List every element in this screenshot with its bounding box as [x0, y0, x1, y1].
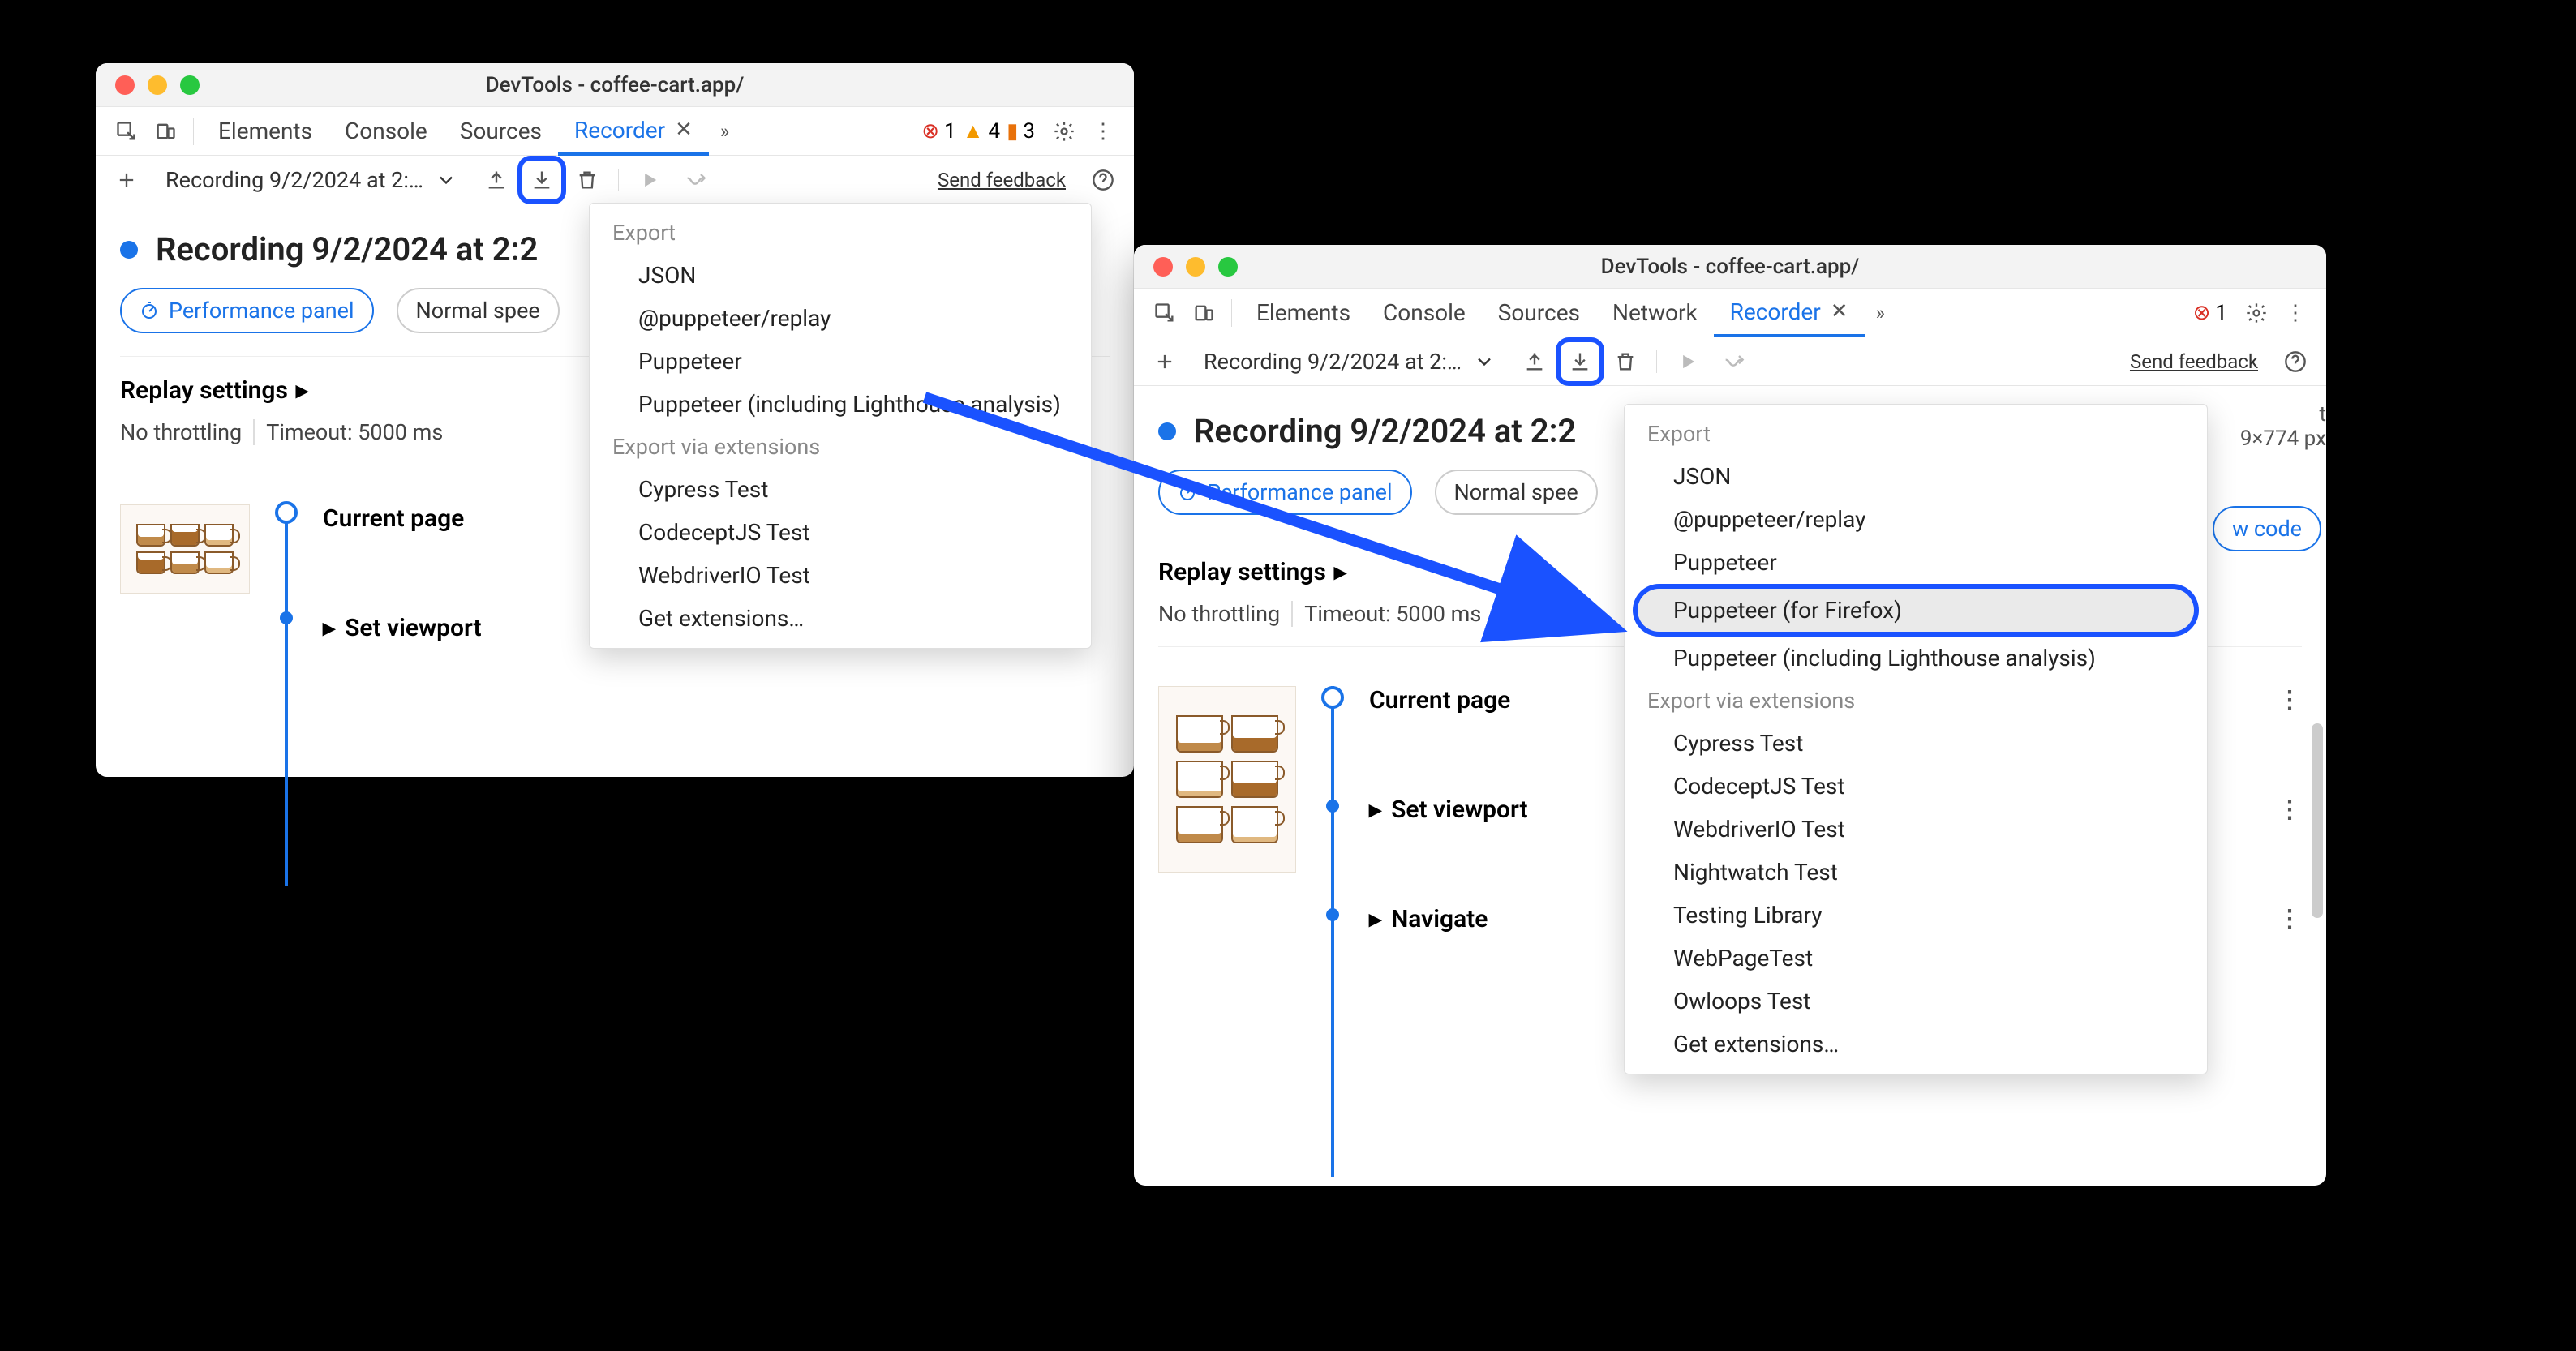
close-window-icon[interactable]	[1153, 257, 1173, 277]
side-dimensions: 9×774 px	[2240, 427, 2326, 451]
menu-item-codeceptjs[interactable]: CodeceptJS Test	[1625, 765, 2207, 808]
menu-item-owloops[interactable]: Owloops Test	[1625, 980, 2207, 1023]
export-icon[interactable]	[522, 161, 561, 199]
delete-icon[interactable]	[568, 161, 607, 199]
menu-item-get-extensions[interactable]: Get extensions…	[1625, 1023, 2207, 1066]
menu-group-export: Export	[1625, 413, 2207, 455]
send-feedback-link[interactable]: Send feedback	[938, 169, 1077, 191]
inspect-element-icon[interactable]	[107, 112, 146, 151]
menu-group-export: Export	[590, 212, 1091, 254]
menu-item-nightwatch[interactable]: Nightwatch Test	[1625, 851, 2207, 894]
replay-icon[interactable]	[1668, 342, 1707, 381]
send-feedback-link[interactable]: Send feedback	[2130, 350, 2269, 373]
new-recording-icon[interactable]	[1145, 342, 1184, 381]
tab-sources[interactable]: Sources	[444, 107, 558, 156]
menu-item-puppeteer-replay[interactable]: @puppeteer/replay	[590, 297, 1091, 340]
console-stats[interactable]: ⊗1	[2193, 301, 2237, 325]
menu-item-puppeteer-firefox[interactable]: Puppeteer (for Firefox)	[1638, 589, 2194, 632]
window-controls	[1134, 257, 1238, 277]
recording-dot-icon	[120, 241, 138, 259]
tab-elements[interactable]: Elements	[202, 107, 328, 156]
maximize-window-icon[interactable]	[180, 75, 200, 95]
menu-item-testing-library[interactable]: Testing Library	[1625, 894, 2207, 937]
menu-item-puppeteer-replay[interactable]: @puppeteer/replay	[1625, 498, 2207, 541]
menu-item-puppeteer-lighthouse[interactable]: Puppeteer (including Lighthouse analysis…	[1625, 637, 2207, 680]
more-tabs-icon[interactable]: »	[1865, 302, 1891, 324]
delete-icon[interactable]	[1606, 342, 1645, 381]
tab-sources[interactable]: Sources	[1482, 289, 1596, 337]
recording-selector[interactable]: Recording 9/2/2024 at 2:…	[152, 162, 470, 198]
annotation-arrow	[908, 381, 1638, 663]
import-icon[interactable]	[1515, 342, 1554, 381]
device-toolbar-icon[interactable]	[1184, 294, 1223, 332]
menu-item-json[interactable]: JSON	[1625, 455, 2207, 498]
export-icon[interactable]	[1561, 342, 1599, 381]
tab-network[interactable]: Network	[1596, 289, 1714, 337]
menu-item-webpagetest[interactable]: WebPageTest	[1625, 937, 2207, 980]
minimize-window-icon[interactable]	[1186, 257, 1205, 277]
close-tab-icon[interactable]: ✕	[1831, 299, 1848, 324]
close-tab-icon[interactable]: ✕	[675, 118, 693, 142]
recorder-toolbar: Recording 9/2/2024 at 2:… Send feedback	[96, 156, 1134, 204]
close-window-icon[interactable]	[115, 75, 135, 95]
panel-tabbar: Elements Console Sources Recorder✕ » ⊗1 …	[96, 107, 1134, 156]
menu-item-cypress[interactable]: Cypress Test	[1625, 722, 2207, 765]
settings-icon[interactable]	[2237, 294, 2276, 332]
speed-selector[interactable]: Normal spee	[397, 288, 560, 333]
step-kebab-icon[interactable]: ⋮	[2278, 905, 2302, 933]
step-thumbnail	[1158, 686, 1296, 873]
kebab-menu-icon[interactable]: ⋮	[2276, 294, 2315, 332]
kebab-menu-icon[interactable]: ⋮	[1084, 112, 1123, 151]
window-title: DevTools - coffee-cart.app/	[486, 73, 745, 97]
tab-console[interactable]: Console	[1367, 289, 1482, 337]
step-icon[interactable]	[1714, 342, 1753, 381]
menu-item-puppeteer[interactable]: Puppeteer	[1625, 541, 2207, 584]
menu-item-webdriverio[interactable]: WebdriverIO Test	[1625, 808, 2207, 851]
device-toolbar-icon[interactable]	[146, 112, 185, 151]
window-title: DevTools - coffee-cart.app/	[1601, 255, 1860, 279]
recorder-toolbar: Recording 9/2/2024 at 2:… Send feedback	[1134, 337, 2326, 386]
console-stats[interactable]: ⊗1 ▲4 ▮3	[921, 118, 1045, 144]
side-label: t	[2240, 402, 2326, 427]
show-code-button[interactable]: w code	[2213, 506, 2321, 551]
tab-console[interactable]: Console	[328, 107, 444, 156]
inspect-element-icon[interactable]	[1145, 294, 1184, 332]
throttling-value: No throttling	[120, 419, 242, 445]
help-icon[interactable]	[2276, 342, 2315, 381]
new-recording-icon[interactable]	[107, 161, 146, 199]
import-icon[interactable]	[477, 161, 516, 199]
scrollbar-thumb[interactable]	[2312, 723, 2323, 918]
titlebar: DevTools - coffee-cart.app/	[96, 63, 1134, 107]
menu-group-extensions: Export via extensions	[1625, 680, 2207, 722]
more-tabs-icon[interactable]: »	[709, 120, 736, 143]
step-icon[interactable]	[676, 161, 715, 199]
tab-elements[interactable]: Elements	[1240, 289, 1367, 337]
export-menu: Export JSON @puppeteer/replay Puppeteer …	[1624, 404, 2208, 1074]
menu-item-json[interactable]: JSON	[590, 254, 1091, 297]
menu-item-puppeteer[interactable]: Puppeteer	[590, 340, 1091, 383]
panel-tabbar: Elements Console Sources Network Recorde…	[1134, 289, 2326, 337]
minimize-window-icon[interactable]	[148, 75, 167, 95]
maximize-window-icon[interactable]	[1218, 257, 1238, 277]
titlebar: DevTools - coffee-cart.app/	[1134, 245, 2326, 289]
tab-recorder[interactable]: Recorder✕	[558, 107, 709, 156]
recording-selector[interactable]: Recording 9/2/2024 at 2:…	[1191, 344, 1509, 380]
step-kebab-icon[interactable]: ⋮	[2278, 686, 2302, 714]
replay-icon[interactable]	[630, 161, 669, 199]
window-controls	[96, 75, 200, 95]
performance-panel-button[interactable]: Performance panel	[120, 288, 374, 333]
step-kebab-icon[interactable]: ⋮	[2278, 796, 2302, 824]
tab-recorder[interactable]: Recorder✕	[1714, 289, 1865, 337]
help-icon[interactable]	[1084, 161, 1123, 199]
settings-icon[interactable]	[1045, 112, 1084, 151]
timeout-value: Timeout: 5000 ms	[266, 419, 443, 445]
step-thumbnail	[120, 504, 250, 594]
